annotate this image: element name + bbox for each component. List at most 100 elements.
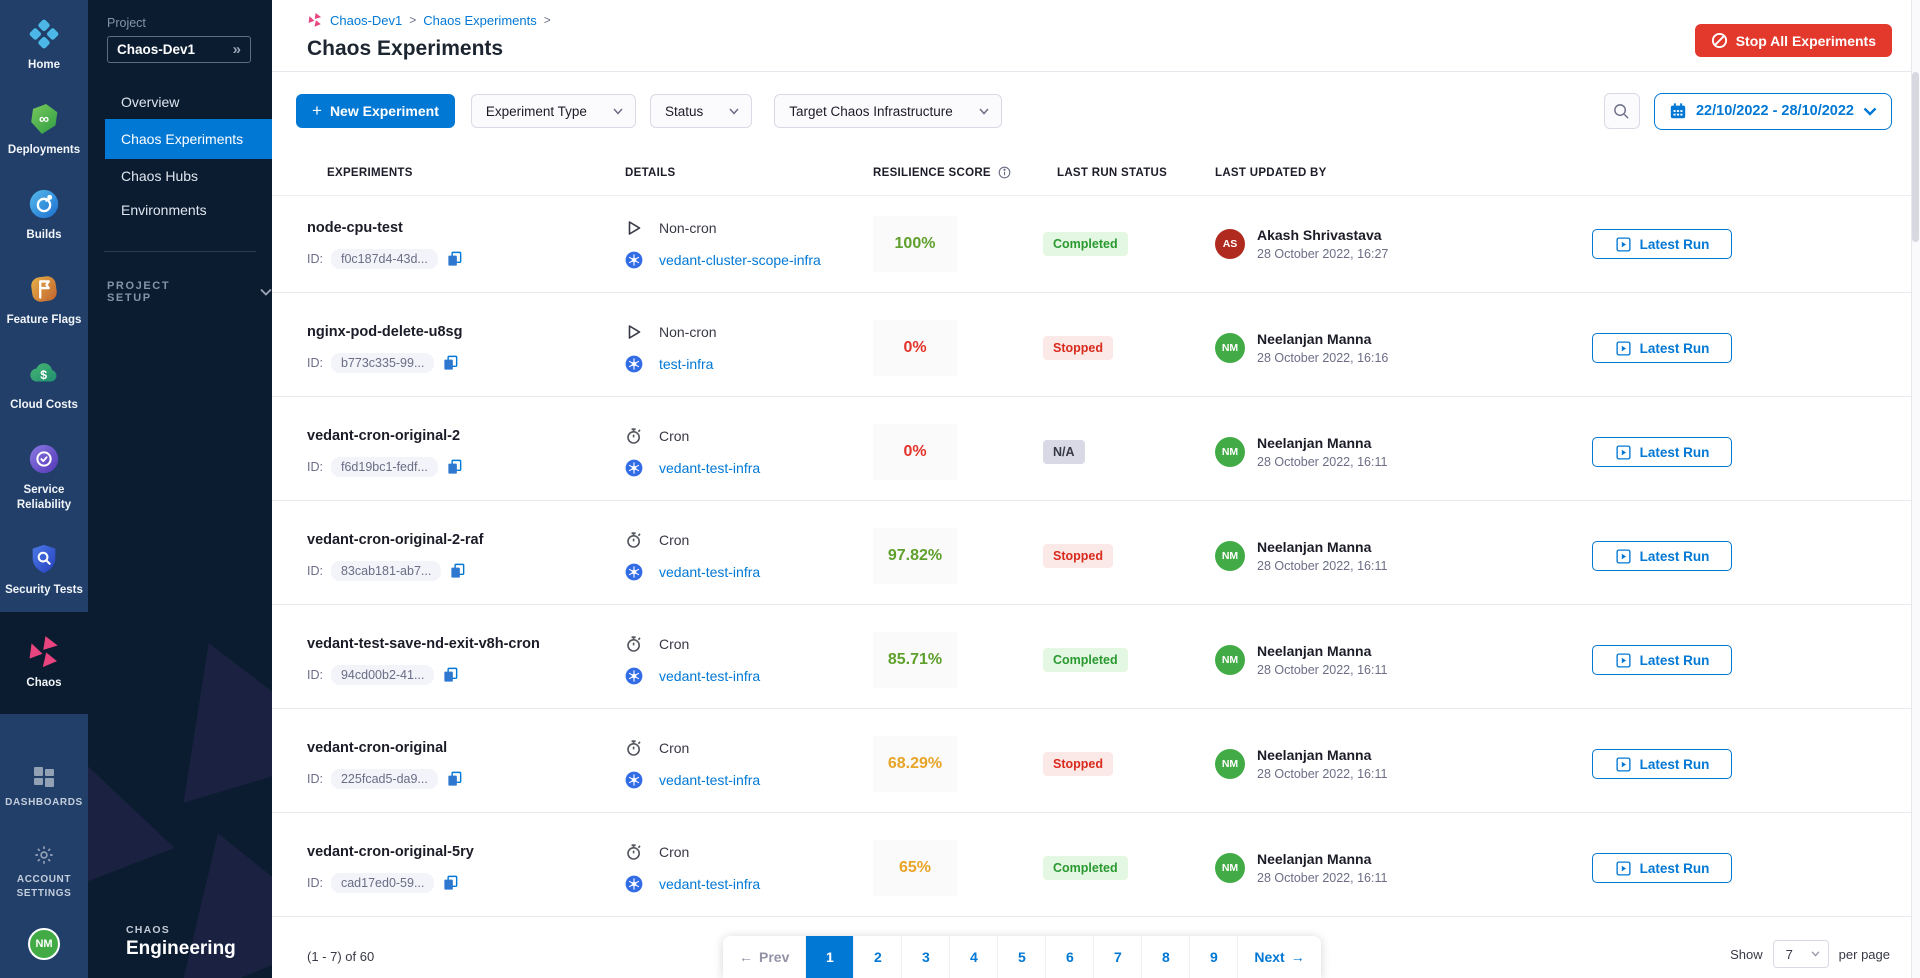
copy-icon[interactable]: [442, 874, 459, 891]
experiment-name[interactable]: vedant-test-save-nd-exit-v8h-cron: [307, 636, 625, 652]
latest-run-button[interactable]: Latest Run: [1592, 229, 1732, 259]
actions-cell: Latest Run: [1592, 541, 1838, 571]
sidebar-item-label: Security Tests: [5, 583, 83, 598]
page-button-8[interactable]: 8: [1142, 936, 1190, 978]
table-row: nginx-pod-delete-u8sg ID: b773c335-99...…: [272, 300, 1920, 397]
latest-run-button[interactable]: Latest Run: [1592, 437, 1732, 467]
sidebar-item-label: ACCOUNT SETTINGS: [9, 873, 79, 900]
sidebar-item-chaos[interactable]: Chaos: [0, 612, 88, 715]
page-button-3[interactable]: 3: [902, 936, 950, 978]
nav-item-chaos-experiments[interactable]: Chaos Experiments: [105, 119, 272, 159]
infrastructure-link[interactable]: vedant-test-infra: [659, 460, 760, 476]
chevron-down-icon: [613, 108, 623, 115]
new-experiment-button[interactable]: + New Experiment: [296, 94, 455, 128]
play-icon: [625, 219, 643, 237]
breadcrumb: Chaos-Dev1 > Chaos Experiments >: [307, 12, 1892, 28]
main-content: Chaos-Dev1 > Chaos Experiments > Chaos E…: [272, 0, 1920, 978]
nav-item-environments[interactable]: Environments: [88, 193, 272, 227]
sidebar-item-cloud-costs[interactable]: $ Cloud Costs: [0, 342, 88, 427]
infrastructure-link[interactable]: vedant-test-infra: [659, 564, 760, 580]
infrastructure-link[interactable]: vedant-test-infra: [659, 668, 760, 684]
infrastructure-link[interactable]: vedant-test-infra: [659, 772, 760, 788]
latest-run-button[interactable]: Latest Run: [1592, 749, 1732, 779]
experiment-name[interactable]: nginx-pod-delete-u8sg: [307, 324, 625, 340]
infrastructure-link[interactable]: vedant-cluster-scope-infra: [659, 252, 821, 268]
date-range-picker[interactable]: 22/10/2022 - 28/10/2022: [1654, 93, 1892, 130]
row-menu-cell: [1838, 335, 1920, 362]
schedule-type: Non-cron: [659, 220, 717, 236]
avatar-initials: NM: [1222, 446, 1238, 458]
page-button-2[interactable]: 2: [854, 936, 902, 978]
copy-icon[interactable]: [449, 562, 466, 579]
copy-icon[interactable]: [446, 770, 463, 787]
sidebar-item-label: Cloud Costs: [10, 398, 78, 413]
experiment-id-line: ID: f6d19bc1-fedf...: [307, 457, 625, 477]
updated-by-name: Akash Shrivastava: [1257, 227, 1388, 243]
sidebar-item-builds[interactable]: Builds: [0, 172, 88, 257]
scrollbar[interactable]: [1911, 0, 1920, 978]
sidebar-item-dashboards[interactable]: DASHBOARDS: [0, 750, 88, 824]
latest-run-button[interactable]: Latest Run: [1592, 541, 1732, 571]
sidebar-item-deployments[interactable]: ∞ Deployments: [0, 87, 88, 172]
next-page-button[interactable]: Next →: [1238, 936, 1320, 978]
experiment-name[interactable]: node-cpu-test: [307, 220, 625, 236]
id-label: ID:: [307, 564, 323, 578]
sidebar-item-account-settings[interactable]: ACCOUNT SETTINGS: [0, 823, 88, 914]
page-button-5[interactable]: 5: [998, 936, 1046, 978]
experiment-name[interactable]: vedant-cron-original-2-raf: [307, 532, 625, 548]
experiment-id: 225fcad5-da9...: [331, 769, 438, 789]
search-button[interactable]: [1604, 93, 1640, 129]
latest-run-button[interactable]: Latest Run: [1592, 645, 1732, 675]
resilience-score-value: 0%: [873, 424, 957, 480]
page-size-select[interactable]: 7: [1773, 940, 1829, 968]
copy-icon[interactable]: [442, 354, 459, 371]
experiment-name[interactable]: vedant-cron-original-2: [307, 428, 625, 444]
sidebar-item-service-reliability[interactable]: Service Reliability: [0, 427, 88, 527]
nav-item-chaos-hubs[interactable]: Chaos Hubs: [88, 159, 272, 193]
infrastructure-link[interactable]: vedant-test-infra: [659, 876, 760, 892]
expand-project-icon[interactable]: »: [233, 42, 241, 57]
nav-item-overview[interactable]: Overview: [88, 85, 272, 119]
pagination-count: (1 - 7) of 60: [307, 949, 374, 964]
page-button-4[interactable]: 4: [950, 936, 998, 978]
scrollbar-thumb[interactable]: [1912, 72, 1919, 242]
info-icon[interactable]: [998, 166, 1011, 179]
updated-timestamp: 28 October 2022, 16:11: [1257, 455, 1387, 469]
infrastructure-link[interactable]: test-infra: [659, 356, 713, 372]
sidebar-item-security-tests[interactable]: Security Tests: [0, 527, 88, 612]
experiment-type-filter[interactable]: Experiment Type: [471, 94, 636, 128]
experiment-name[interactable]: vedant-cron-original: [307, 740, 625, 756]
last-run-status-cell: Completed: [1043, 232, 1215, 256]
copy-icon[interactable]: [446, 458, 463, 475]
project-selector[interactable]: Chaos-Dev1 »: [107, 36, 251, 63]
module-footer-small: CHAOS: [126, 924, 236, 936]
play-icon: [625, 323, 643, 341]
breadcrumb-link-chaos-experiments[interactable]: Chaos Experiments: [423, 13, 536, 28]
latest-run-label: Latest Run: [1640, 549, 1710, 564]
experiment-cell: vedant-test-save-nd-exit-v8h-cron ID: 94…: [307, 636, 625, 685]
user-avatar[interactable]: NM: [28, 928, 60, 960]
copy-icon[interactable]: [446, 250, 463, 267]
experiment-name[interactable]: vedant-cron-original-5ry: [307, 844, 625, 860]
page-button-9[interactable]: 9: [1190, 936, 1238, 978]
sidebar-item-feature-flags[interactable]: Feature Flags: [0, 257, 88, 342]
target-chaos-infrastructure-filter[interactable]: Target Chaos Infrastructure: [774, 94, 1002, 128]
latest-run-button[interactable]: Latest Run: [1592, 853, 1732, 883]
page-button-6[interactable]: 6: [1046, 936, 1094, 978]
page-button-7[interactable]: 7: [1094, 936, 1142, 978]
prev-page-button[interactable]: ← Prev: [723, 936, 806, 978]
actions-cell: Latest Run: [1592, 853, 1838, 883]
sidebar-item-home[interactable]: Home: [0, 0, 88, 87]
prohibit-icon: [1711, 32, 1728, 49]
breadcrumb-link-project[interactable]: Chaos-Dev1: [330, 13, 402, 28]
page-button-1[interactable]: 1: [806, 936, 854, 978]
resilience-score-value: 68.29%: [873, 736, 957, 792]
stop-all-experiments-button[interactable]: Stop All Experiments: [1695, 24, 1892, 57]
project-setup-toggle[interactable]: PROJECT SETUP: [107, 280, 272, 304]
status-filter[interactable]: Status: [650, 94, 752, 128]
arrow-left-icon: ←: [739, 949, 753, 965]
copy-icon[interactable]: [442, 666, 459, 683]
latest-run-button[interactable]: Latest Run: [1592, 333, 1732, 363]
run-view-icon: [1615, 756, 1632, 773]
experiment-id: b773c335-99...: [331, 353, 434, 373]
